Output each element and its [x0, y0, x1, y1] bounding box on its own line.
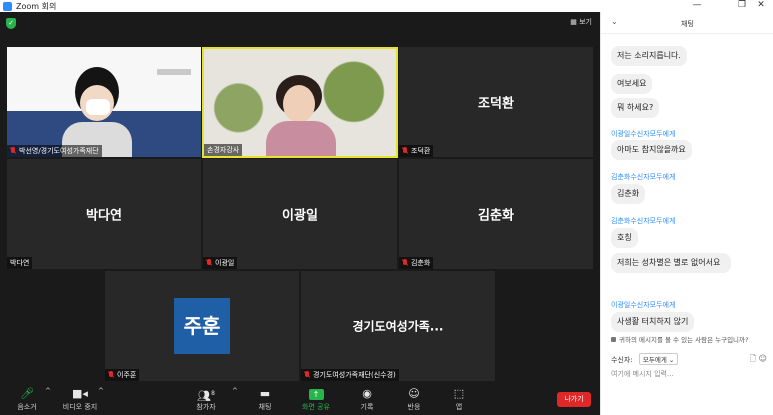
share-screen-button[interactable]: ↑ 화면 공유: [300, 387, 332, 412]
name-label: 경기도여성가족재단(신수경): [301, 369, 399, 381]
share-screen-label: 화면 공유: [302, 403, 330, 411]
chat-header: ⌄ 채팅: [601, 12, 773, 34]
participants-count: 8: [211, 390, 215, 397]
name-label: 이주훈: [105, 369, 140, 381]
participant-name: 조덕환: [478, 96, 514, 112]
chat-sender: 이광일수신자모두에게: [611, 130, 676, 138]
minimize-button[interactable]: —: [685, 0, 709, 12]
chat-message: 저희는 성차별은 별로 없어서요: [611, 253, 731, 273]
zoom-logo-icon: [3, 1, 12, 11]
recipient-row: 수신자: 모두에게 ⌄: [611, 353, 679, 365]
video-tile-3[interactable]: 조덕환 조덕환: [399, 47, 593, 157]
name-label: 박선영/경기도여성가족재단: [7, 145, 102, 157]
chat-message: 호칭: [611, 228, 638, 248]
mic-muted-icon: [402, 259, 408, 267]
name-label: 조덕환: [399, 145, 434, 157]
profile-avatar: 주훈: [174, 298, 230, 354]
audio-options-caret[interactable]: ^: [45, 387, 51, 395]
record-icon: ◉: [362, 387, 372, 400]
audio-button[interactable]: 🎤︎ 음소거: [12, 387, 42, 412]
privacy-notice[interactable]: 귀하의 메시지를 볼 수 있는 사람은 누구입니까?: [611, 334, 748, 344]
name-label: 손경자강사: [204, 144, 243, 156]
apps-icon: ⬚: [453, 387, 465, 400]
meeting-topbar: ✓ ▦ 보기: [0, 12, 600, 34]
chat-message: 사생활 터치하지 않기: [611, 312, 695, 332]
video-tile-8[interactable]: 경기도여성가족... 경기도여성가족재단(신수경): [301, 271, 495, 381]
video-button[interactable]: ■◂ 비디오 중지: [60, 387, 100, 412]
participants-options-caret[interactable]: ^: [232, 387, 238, 395]
reactions-label: 반응: [407, 403, 421, 411]
mic-muted-icon: [402, 147, 408, 155]
chat-sender: 이광일수신자모두에게: [611, 301, 676, 309]
share-screen-icon: ↑: [300, 387, 332, 401]
chat-message: 뭐 하세요?: [611, 98, 660, 118]
reactions-button[interactable]: ☺ 반응: [402, 387, 426, 412]
apps-label: 앱: [455, 403, 463, 411]
chat-title: 채팅: [681, 20, 694, 28]
apps-button[interactable]: ⬚ 앱: [447, 387, 471, 412]
participant-face: [283, 85, 315, 123]
video-options-caret[interactable]: ^: [98, 387, 104, 395]
audio-label: 음소거: [17, 403, 37, 411]
name-label: 김춘화: [399, 257, 434, 269]
recipient-label: 수신자:: [611, 356, 633, 364]
meeting-toolbar: 🎤︎ 음소거 ^ ■◂ 비디오 중지 ^ 👥︎8 참가자 ^ ▬ 채팅 ↑ 화면…: [0, 383, 600, 415]
video-tile-6[interactable]: 김춘화 김춘화: [399, 159, 593, 269]
chat-input[interactable]: 여기에 메시지 입력...: [611, 369, 674, 379]
record-button[interactable]: ◉ 기록: [355, 387, 379, 412]
wall-logo: [157, 69, 191, 75]
file-icon[interactable]: 🗋︎: [750, 354, 756, 363]
participant-shirt: [266, 121, 336, 156]
chat-sender: 김춘화수신자모두에게: [611, 217, 676, 225]
chat-sender: 김춘화수신자모두에게: [611, 173, 676, 181]
video-label: 비디오 중지: [62, 403, 98, 411]
leave-button[interactable]: 나가기: [557, 392, 591, 407]
name-label: 박다연: [7, 257, 33, 269]
chat-label: 채팅: [258, 403, 272, 411]
chat-message: 여보세요: [611, 74, 653, 94]
participant-name: 김춘화: [478, 208, 514, 224]
mic-muted-icon: [108, 371, 114, 379]
title-bar: Zoom 회의 — ❐ ✕: [0, 0, 773, 12]
close-button[interactable]: ✕: [749, 0, 773, 12]
video-tile-7[interactable]: 주훈 이주훈: [105, 271, 299, 381]
name-label: 이광일: [203, 257, 238, 269]
meeting-area: ✓ ▦ 보기 박선영/경기도여성가족재단 손경자강사 조덕환 조덕환 박다연 박…: [0, 12, 600, 415]
face-mask: [86, 99, 110, 115]
lock-icon: [611, 337, 616, 342]
mic-muted-icon: [304, 371, 310, 379]
participants-icon: 👥︎8: [197, 389, 215, 403]
chat-button[interactable]: ▬ 채팅: [253, 387, 277, 412]
emoji-icon[interactable]: ☺: [759, 354, 767, 363]
participants-button[interactable]: 👥︎8 참가자: [192, 387, 220, 412]
chat-actions: 🗋︎ ☺: [750, 353, 767, 367]
window-title: Zoom 회의: [16, 1, 57, 11]
smiley-icon: ☺: [408, 387, 420, 400]
participants-label: 참가자: [196, 403, 216, 411]
mic-muted-icon: [10, 147, 16, 155]
recipient-dropdown[interactable]: 모두에게 ⌄: [638, 353, 679, 365]
video-tile-5[interactable]: 이광일 이광일: [203, 159, 397, 269]
chat-message: 저는 소리지릅니다.: [611, 46, 687, 66]
participant-name: 이광일: [282, 208, 318, 224]
video-tile-1[interactable]: 박선영/경기도여성가족재단: [7, 47, 201, 157]
chat-bubble-icon: ▬: [259, 387, 271, 400]
chat-message: 김춘화: [611, 184, 646, 204]
view-button[interactable]: ▦ 보기: [570, 17, 592, 27]
zoom-window: Zoom 회의 — ❐ ✕ ✓ ▦ 보기 박선영/경기도여성가족재단 손경자강사…: [0, 0, 773, 415]
chat-panel: ⌄ 채팅 저는 소리지릅니다. 여보세요 뭐 하세요? 이광일수신자모두에게 아…: [600, 12, 773, 415]
participant-name: 박다연: [86, 208, 122, 224]
record-label: 기록: [360, 403, 374, 411]
video-tile-2-active-speaker[interactable]: 손경자강사: [202, 47, 398, 158]
chat-message: 아마도 참지않을까요: [611, 140, 692, 160]
shield-icon[interactable]: ✓: [6, 18, 16, 29]
mic-muted-icon: [206, 259, 212, 267]
video-camera-icon: ■◂: [72, 387, 88, 400]
participant-name: 경기도여성가족...: [352, 319, 444, 334]
microphone-icon: 🎤︎: [20, 387, 34, 400]
video-tile-4[interactable]: 박다연 박다연: [7, 159, 201, 269]
